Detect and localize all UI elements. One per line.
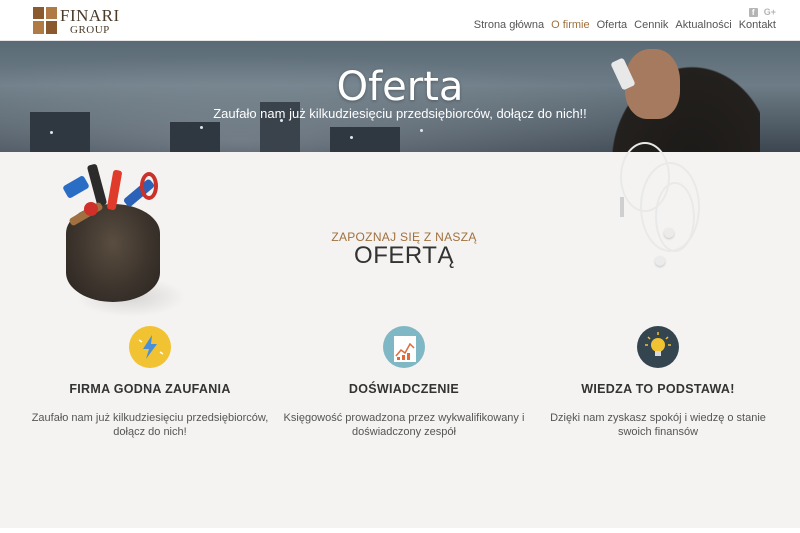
lightning-icon bbox=[129, 326, 171, 368]
social-links: f G+ bbox=[748, 7, 776, 17]
nav-item-pricing[interactable]: Cennik bbox=[634, 19, 668, 31]
hero-title: Oferta bbox=[336, 64, 464, 110]
feature-title: WIEDZA TO PODSTAWA! bbox=[581, 382, 735, 396]
site-header: FINARI GROUP f G+ Strona główna O firmie… bbox=[0, 0, 800, 41]
google-plus-icon[interactable]: G+ bbox=[764, 7, 776, 17]
feature-knowledge: WIEDZA TO PODSTAWA! Dzięki nam zyskasz s… bbox=[533, 326, 783, 439]
feature-title: FIRMA GODNA ZAUFANIA bbox=[69, 382, 231, 396]
lightbulb-icon bbox=[637, 326, 679, 368]
feature-trust: FIRMA GODNA ZAUFANIA Zaufało nam już kil… bbox=[25, 326, 275, 439]
feature-title: DOŚWIADCZENIE bbox=[348, 382, 460, 396]
logo-text: FINARI GROUP bbox=[60, 7, 120, 36]
chart-icon bbox=[383, 326, 425, 368]
main-nav: Strona główna O firmie Oferta Cennik Akt… bbox=[474, 19, 776, 31]
logo-line1: FINARI bbox=[60, 6, 120, 25]
nav-item-offer[interactable]: Oferta bbox=[597, 19, 628, 31]
hero-subtitle: Zaufało nam już kilkudziesięciu przedsię… bbox=[213, 106, 587, 121]
feature-text: Dzięki nam zyskasz spokój i wiedzę o sta… bbox=[550, 412, 766, 438]
nav-item-contact[interactable]: Kontakt bbox=[739, 19, 776, 31]
nav-item-news[interactable]: Aktualności bbox=[675, 19, 731, 31]
offer-title: OFERTĄ bbox=[354, 242, 454, 269]
feature-text: Zaufało nam już kilkudziesięciu przedsię… bbox=[31, 412, 269, 438]
facebook-icon[interactable]: f bbox=[748, 7, 758, 17]
feature-experience: DOŚWIADCZENIE Księgowość prowadzona prze… bbox=[279, 326, 529, 439]
nav-item-home[interactable]: Strona główna bbox=[474, 19, 544, 31]
feature-text: Księgowość prowadzona przez wykwalifikow… bbox=[283, 412, 525, 438]
footer-strip bbox=[0, 528, 800, 533]
logo[interactable]: FINARI GROUP bbox=[33, 7, 120, 36]
logo-mark-icon bbox=[33, 7, 57, 34]
nav-item-about[interactable]: O firmie bbox=[551, 19, 590, 31]
hero-banner: Oferta Zaufało nam już kilkudziesięciu p… bbox=[0, 41, 800, 152]
logo-line2: GROUP bbox=[70, 24, 110, 36]
